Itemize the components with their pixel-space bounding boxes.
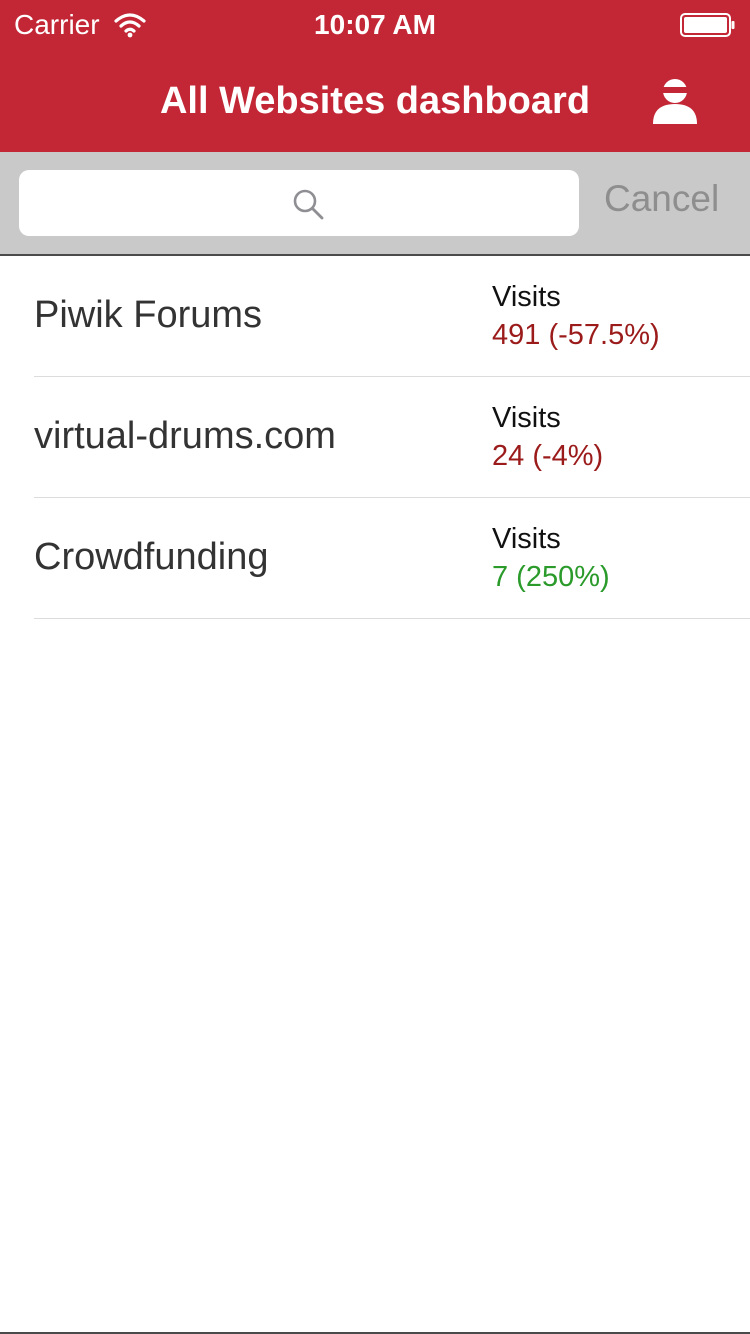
visits-label: Visits: [492, 402, 561, 434]
visits-value: 491 (-57.5%): [492, 319, 660, 351]
site-row[interactable]: virtual-drums.com Visits 24 (-4%): [0, 377, 750, 498]
site-name: virtual-drums.com: [34, 415, 336, 457]
site-row[interactable]: Crowdfunding Visits 7 (250%): [0, 498, 750, 619]
site-list: Piwik Forums Visits 491 (-57.5%) virtual…: [0, 256, 750, 619]
user-icon[interactable]: [648, 74, 702, 128]
cancel-button[interactable]: Cancel: [604, 177, 719, 221]
visits-value: 24 (-4%): [492, 440, 604, 472]
visits-label: Visits: [492, 281, 561, 313]
visits-value: 7 (250%): [492, 561, 610, 593]
search-input[interactable]: [19, 170, 579, 236]
dashboard-screen: Carrier 10:07 AM All Websites dashboard: [0, 0, 750, 1334]
search-field[interactable]: [19, 170, 579, 236]
visits-label: Visits: [492, 523, 561, 555]
status-bar: Carrier 10:07 AM: [0, 0, 750, 50]
battery-icon: [680, 13, 735, 37]
site-name: Piwik Forums: [34, 294, 263, 336]
header: Carrier 10:07 AM All Websites dashboard: [0, 0, 750, 152]
status-time: 10:07 AM: [314, 9, 436, 40]
site-name: Crowdfunding: [34, 536, 269, 578]
site-row[interactable]: Piwik Forums Visits 491 (-57.5%): [0, 256, 750, 377]
page-title: All Websites dashboard: [159, 80, 591, 122]
